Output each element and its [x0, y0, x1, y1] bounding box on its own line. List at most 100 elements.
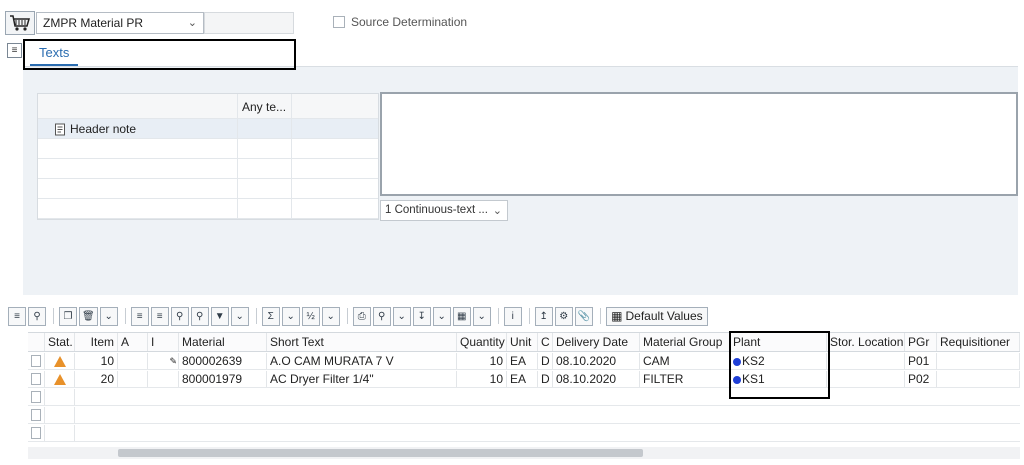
sum-icon[interactable]: Σ	[261, 306, 280, 326]
col-item[interactable]: Item	[75, 333, 118, 351]
row-select[interactable]	[28, 389, 45, 405]
stor-location-cell[interactable]	[827, 371, 905, 387]
col-status[interactable]: Stat.	[45, 333, 75, 351]
filter-icon[interactable]: ▼	[210, 306, 229, 326]
chevron-down-icon: ⌄	[187, 17, 197, 29]
chevron-down-icon[interactable]: ⌄	[230, 306, 249, 326]
empty-row-cells[interactable]	[75, 407, 1020, 423]
scrollbar-thumb[interactable]	[118, 449, 643, 457]
empty-row-cells[interactable]	[75, 389, 1020, 405]
empty-row-cells[interactable]	[75, 425, 1020, 441]
unit-cell[interactable]: EA	[507, 353, 538, 369]
print-icon[interactable]: ⎙	[352, 306, 371, 326]
col-c[interactable]: C	[538, 333, 553, 351]
collapse-items-icon[interactable]: ≡	[8, 306, 26, 326]
col-requisitioner[interactable]: Requisitioner	[937, 333, 1020, 351]
delivery-date-cell[interactable]: 08.10.2020	[553, 371, 640, 387]
col-quantity[interactable]: Quantity	[457, 333, 507, 351]
short-text-cell[interactable]: AC Dryer Filter 1/4"	[267, 371, 457, 387]
item-cell[interactable]: 10	[75, 353, 118, 369]
unit-cell[interactable]: EA	[507, 371, 538, 387]
text-type-row-header-note[interactable]: Header note	[38, 119, 378, 139]
chevron-down-icon[interactable]: ⌄	[472, 306, 491, 326]
sort-descending-icon[interactable]: ≡	[150, 306, 169, 326]
col-pgr[interactable]: PGr	[905, 333, 937, 351]
short-text-cell[interactable]: A.O CAM MURATA 7 V	[267, 353, 457, 369]
source-determination-option[interactable]: Source Determination	[333, 15, 467, 29]
row-select[interactable]	[28, 425, 45, 441]
chevron-down-icon[interactable]: ⌄	[321, 306, 340, 326]
subtotal-icon[interactable]: ½	[301, 306, 320, 326]
table-row[interactable]: 20 800001979 AC Dryer Filter 1/4" 10 EA …	[28, 371, 1020, 388]
i-cell[interactable]: ✎	[148, 353, 179, 369]
requisitioner-cell[interactable]	[937, 353, 1020, 369]
requisitioner-cell[interactable]	[937, 371, 1020, 387]
table-row[interactable]	[28, 425, 1020, 442]
col-material-group[interactable]: Material Group	[640, 333, 730, 351]
source-determination-checkbox[interactable]	[333, 16, 345, 28]
attachment-icon[interactable]: 📎	[574, 306, 594, 326]
i-cell[interactable]	[148, 371, 179, 387]
col-i[interactable]: I	[148, 333, 179, 351]
c-cell[interactable]: D	[538, 371, 553, 387]
delete-icon[interactable]: 🗑	[79, 306, 98, 326]
row-checkbox[interactable]	[31, 409, 41, 421]
delivery-date-cell[interactable]: 08.10.2020	[553, 353, 640, 369]
c-cell[interactable]: D	[538, 353, 553, 369]
select-all-header[interactable]	[28, 333, 45, 351]
material-cell[interactable]: 800002639	[179, 353, 267, 369]
chevron-down-icon[interactable]: ⌄	[281, 306, 300, 326]
quantity-cell[interactable]: 10	[457, 371, 507, 387]
text-editor[interactable]	[380, 92, 1018, 196]
table-row[interactable]	[28, 389, 1020, 406]
copy-icon[interactable]: ❐	[59, 306, 77, 326]
row-checkbox[interactable]	[31, 391, 41, 403]
chevron-down-icon[interactable]: ⌄	[432, 306, 451, 326]
row-select[interactable]	[28, 371, 45, 387]
input-help-icon[interactable]: ✎	[169, 353, 177, 369]
info-icon[interactable]: i	[503, 306, 522, 326]
row-checkbox[interactable]	[31, 373, 41, 385]
item-cell[interactable]: 20	[75, 371, 118, 387]
table-row[interactable]	[28, 407, 1020, 424]
col-unit[interactable]: Unit	[507, 333, 538, 351]
col-short-text[interactable]: Short Text	[267, 333, 457, 351]
pgr-cell[interactable]: P02	[905, 371, 937, 387]
sort-ascending-icon[interactable]: ≡	[130, 306, 149, 326]
print-preview-icon[interactable]: ⚲	[372, 306, 391, 326]
quantity-cell[interactable]: 10	[457, 353, 507, 369]
a-cell[interactable]	[118, 371, 148, 387]
row-select[interactable]	[28, 353, 45, 369]
layout-icon[interactable]: ▦	[452, 306, 471, 326]
document-type-value: ZMPR Material PR	[43, 16, 144, 30]
col-delivery-date[interactable]: Delivery Date	[553, 333, 640, 351]
material-group-cell[interactable]: CAM	[640, 353, 730, 369]
row-checkbox[interactable]	[31, 427, 41, 439]
header-note-item[interactable]: Header note	[54, 122, 136, 136]
a-cell[interactable]	[118, 353, 148, 369]
find-next-icon[interactable]: ⚲	[190, 306, 209, 326]
document-type-select[interactable]: ZMPR Material PR ⌄	[36, 12, 204, 34]
export-icon[interactable]: ↧	[412, 306, 431, 326]
upload-icon[interactable]: ↥	[534, 306, 553, 326]
material-cell[interactable]: 800001979	[179, 371, 267, 387]
details-icon[interactable]: ⚲	[28, 306, 46, 326]
horizontal-scrollbar[interactable]	[28, 447, 1020, 459]
chevron-down-icon[interactable]: ⌄	[392, 306, 411, 326]
col-material[interactable]: Material	[179, 333, 267, 351]
table-row[interactable]: 10 ✎ 800002639 A.O CAM MURATA 7 V 10 EA …	[28, 353, 1020, 370]
services-icon[interactable]: ⚙	[554, 306, 573, 326]
row-select[interactable]	[28, 407, 45, 423]
find-icon[interactable]: ⚲	[170, 306, 189, 326]
cart-icon[interactable]	[5, 11, 35, 35]
stor-location-cell[interactable]	[827, 353, 905, 369]
material-group-cell[interactable]: FILTER	[640, 371, 730, 387]
col-stor-location[interactable]: Stor. Location	[827, 333, 905, 351]
default-values-button[interactable]: ▦ Default Values	[606, 306, 708, 326]
col-a[interactable]: A	[118, 333, 148, 351]
text-format-select[interactable]: 1 Continuous-text ... ⌄	[380, 200, 508, 221]
row-checkbox[interactable]	[31, 355, 41, 367]
chevron-down-icon[interactable]: ⌄	[99, 306, 118, 326]
pgr-cell[interactable]: P01	[905, 353, 937, 369]
collapse-header-icon[interactable]: ≡	[7, 43, 22, 58]
